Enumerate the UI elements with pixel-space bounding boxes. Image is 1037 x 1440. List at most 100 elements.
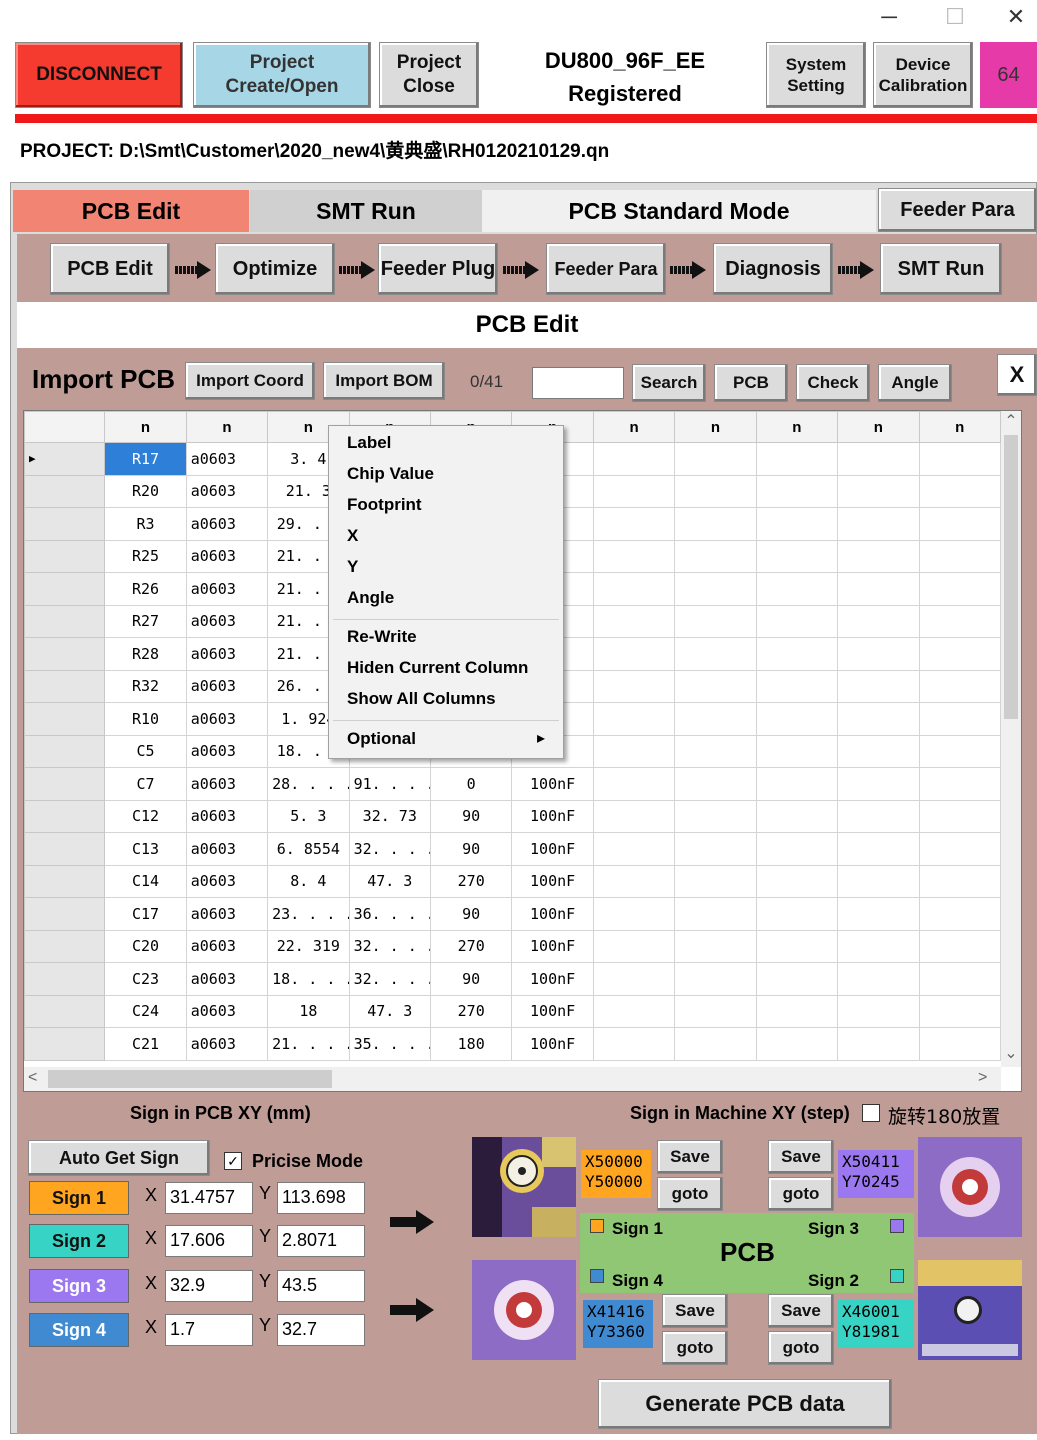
horizontal-scrollbar[interactable]: < > bbox=[24, 1067, 1001, 1091]
table-cell[interactable] bbox=[755, 539, 839, 573]
table-row[interactable]: C12 a0603 5. 3 32. 73 90 100nF bbox=[24, 799, 1002, 833]
sign1-x-field[interactable]: 31.4757 bbox=[165, 1182, 253, 1214]
workflow-feeder-plug-button[interactable]: Feeder Plug bbox=[378, 243, 498, 295]
table-cell[interactable] bbox=[674, 897, 757, 931]
table-cell[interactable]: 100nF bbox=[511, 767, 594, 801]
table-cell[interactable]: 91. . . . bbox=[348, 767, 431, 801]
table-cell[interactable]: 270 bbox=[429, 994, 513, 1028]
table-cell[interactable]: 36. . . . bbox=[348, 897, 431, 931]
table-cell[interactable] bbox=[837, 734, 920, 768]
table-cell[interactable]: 32. . . . bbox=[348, 962, 431, 996]
table-row[interactable]: C14 a0603 8. 4 47. 3 270 100nF bbox=[24, 864, 1002, 898]
table-cell[interactable] bbox=[755, 1027, 839, 1061]
search-input[interactable] bbox=[532, 367, 624, 399]
menu-item-x[interactable]: X bbox=[329, 521, 563, 551]
table-cell[interactable]: a0603 bbox=[185, 929, 269, 963]
menu-item-re-write[interactable]: Re-Write bbox=[329, 622, 563, 652]
table-row[interactable]: C21 a0603 21. . . . 35. . . . 180 100nF bbox=[24, 1027, 1002, 1061]
table-cell[interactable] bbox=[755, 994, 839, 1028]
precise-mode-checkbox[interactable]: ✓ bbox=[224, 1152, 242, 1170]
table-cell[interactable]: C17 bbox=[104, 897, 187, 931]
table-cell[interactable] bbox=[837, 1027, 920, 1061]
table-cell[interactable]: 100nF bbox=[511, 832, 594, 866]
table-cell[interactable]: 21. . . . bbox=[267, 1027, 350, 1061]
table-cell[interactable] bbox=[674, 799, 757, 833]
table-cell[interactable] bbox=[674, 734, 757, 768]
table-cell[interactable]: 100nF bbox=[511, 962, 594, 996]
table-cell[interactable] bbox=[592, 799, 676, 833]
scroll-left-icon[interactable]: < bbox=[28, 1069, 46, 1089]
table-cell[interactable]: 8. 4 bbox=[267, 864, 350, 898]
table-cell[interactable]: a0603 bbox=[185, 702, 269, 736]
menu-item-show-all-columns[interactable]: Show All Columns bbox=[329, 684, 563, 714]
workflow-pcb-edit-button[interactable]: PCB Edit bbox=[50, 243, 170, 295]
table-cell[interactable] bbox=[837, 637, 920, 671]
table-cell[interactable] bbox=[755, 702, 839, 736]
table-cell[interactable]: 180 bbox=[429, 1027, 513, 1061]
save-sign4-button[interactable]: Save bbox=[662, 1294, 728, 1328]
table-cell[interactable] bbox=[674, 572, 757, 606]
sign1-y-field[interactable]: 113.698 bbox=[277, 1182, 365, 1214]
row-selector[interactable] bbox=[24, 702, 106, 736]
save-sign2-button[interactable]: Save bbox=[768, 1294, 834, 1328]
table-cell[interactable] bbox=[918, 962, 1002, 996]
table-cell[interactable] bbox=[837, 994, 920, 1028]
table-cell[interactable] bbox=[674, 929, 757, 963]
table-cell[interactable] bbox=[918, 994, 1002, 1028]
table-row[interactable]: C20 a0603 22. 319 32. . . . 270 100nF bbox=[24, 929, 1002, 963]
table-cell[interactable] bbox=[592, 1027, 676, 1061]
menu-item-angle[interactable]: Angle bbox=[329, 583, 563, 613]
table-cell[interactable]: R17 bbox=[104, 442, 187, 476]
table-cell[interactable]: a0603 bbox=[185, 442, 269, 476]
table-row[interactable]: C7 a0603 28. . . . 91. . . . 0 100nF bbox=[24, 767, 1002, 801]
table-cell[interactable]: C5 bbox=[104, 734, 187, 768]
search-button[interactable]: Search bbox=[632, 364, 706, 402]
table-cell[interactable] bbox=[918, 474, 1002, 508]
table-cell[interactable]: C20 bbox=[104, 929, 187, 963]
table-cell[interactable]: 100nF bbox=[511, 864, 594, 898]
table-cell[interactable] bbox=[837, 702, 920, 736]
table-cell[interactable] bbox=[592, 767, 676, 801]
row-selector[interactable] bbox=[24, 994, 106, 1028]
table-cell[interactable] bbox=[918, 637, 1002, 671]
table-cell[interactable] bbox=[592, 994, 676, 1028]
workflow-optimize-button[interactable]: Optimize bbox=[215, 243, 335, 295]
table-cell[interactable] bbox=[918, 734, 1002, 768]
vertical-scroll-thumb[interactable] bbox=[1004, 435, 1018, 719]
row-selector[interactable] bbox=[24, 474, 106, 508]
table-cell[interactable]: 100nF bbox=[511, 1027, 594, 1061]
table-cell[interactable]: C23 bbox=[104, 962, 187, 996]
sign3-x-field[interactable]: 32.9 bbox=[165, 1270, 253, 1302]
table-cell[interactable] bbox=[674, 669, 757, 703]
table-cell[interactable] bbox=[837, 929, 920, 963]
table-cell[interactable] bbox=[918, 442, 1002, 476]
table-cell[interactable] bbox=[592, 897, 676, 931]
row-header-column[interactable] bbox=[24, 411, 106, 443]
menu-item-y[interactable]: Y bbox=[329, 552, 563, 582]
table-cell[interactable] bbox=[592, 929, 676, 963]
table-cell[interactable] bbox=[592, 539, 676, 573]
column-header[interactable]: n bbox=[837, 411, 920, 443]
column-header[interactable]: n bbox=[674, 411, 757, 443]
workflow-smt-run-button[interactable]: SMT Run bbox=[880, 243, 1002, 295]
table-cell[interactable] bbox=[674, 962, 757, 996]
table-cell[interactable]: 100nF bbox=[511, 799, 594, 833]
table-cell[interactable]: 35. . . . bbox=[348, 1027, 431, 1061]
table-cell[interactable] bbox=[674, 637, 757, 671]
table-cell[interactable] bbox=[674, 864, 757, 898]
table-cell[interactable]: R25 bbox=[104, 539, 187, 573]
table-cell[interactable] bbox=[674, 507, 757, 541]
sign2-y-field[interactable]: 2.8071 bbox=[277, 1225, 365, 1257]
table-cell[interactable]: R10 bbox=[104, 702, 187, 736]
menu-item-hiden-current-column[interactable]: Hiden Current Column bbox=[329, 653, 563, 683]
table-cell[interactable] bbox=[592, 637, 676, 671]
tab-smt-run[interactable]: SMT Run bbox=[250, 190, 482, 232]
table-cell[interactable] bbox=[755, 832, 839, 866]
table-cell[interactable] bbox=[837, 539, 920, 573]
table-cell[interactable]: R27 bbox=[104, 604, 187, 638]
table-cell[interactable]: a0603 bbox=[185, 864, 269, 898]
table-cell[interactable]: a0603 bbox=[185, 604, 269, 638]
table-cell[interactable]: 6. 8554 bbox=[267, 832, 350, 866]
table-cell[interactable] bbox=[837, 962, 920, 996]
menu-item-footprint[interactable]: Footprint bbox=[329, 490, 563, 520]
